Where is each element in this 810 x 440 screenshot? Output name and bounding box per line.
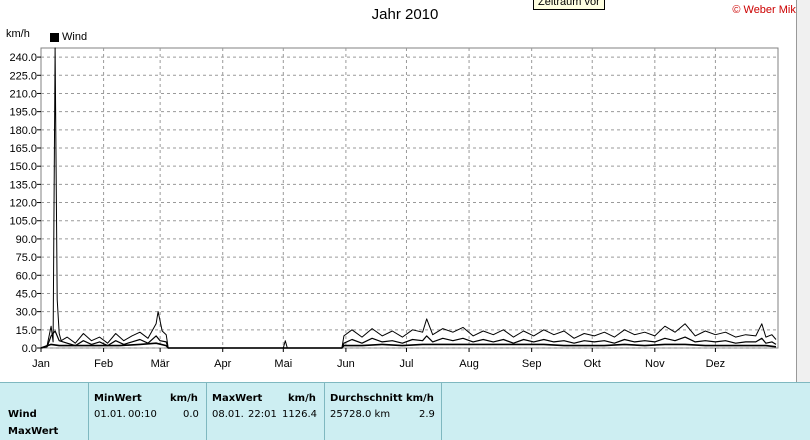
y-tick-label: 90.0	[16, 234, 37, 246]
maxwert-date: 08.01.	[212, 409, 244, 420]
y-tick-label: 60.0	[16, 270, 37, 282]
minwert-header: MinWert	[94, 393, 142, 404]
x-tick-label: Sep	[522, 358, 542, 370]
column-separator	[324, 383, 325, 440]
y-tick-label: 165.0	[9, 143, 37, 155]
x-tick-label: Jun	[337, 358, 355, 370]
y-tick-label: 180.0	[9, 125, 37, 137]
legend-label-wind: Wind	[62, 31, 88, 43]
tooltip-zeitraum-vor: Zeitraum vor	[533, 0, 605, 10]
y-tick-label: 105.0	[9, 216, 37, 228]
y-tick-label: 135.0	[9, 179, 37, 191]
chart-area: 0.0 15.0 30.0 45.0 60.0 75.0 90.0 105.0 120.0 135…	[0, 0, 810, 382]
durchschnitt-distance: 25728.0 km	[330, 409, 391, 420]
minwert-value: 0.0	[183, 409, 199, 420]
maxwert-unit: km/h	[288, 393, 316, 404]
x-tick-label: Jul	[399, 358, 413, 370]
copyright-label: © Weber Mike	[732, 4, 802, 16]
legend[interactable]: Wind	[50, 31, 87, 43]
x-tick-label: Okt	[584, 358, 601, 370]
maxwert-value: 1126.4	[282, 409, 317, 420]
row-label-maxwert: MaxWert	[8, 426, 59, 437]
durchschnitt-header: Durchschnitt km/h	[330, 393, 434, 404]
x-tick-label: Dez	[706, 358, 726, 370]
y-tick-label: 45.0	[16, 288, 37, 300]
y-tick-label: 150.0	[9, 161, 37, 173]
x-tick-label: Feb	[94, 358, 113, 370]
x-tick-label: Mär	[151, 358, 170, 370]
row-label-wind: Wind	[8, 409, 37, 420]
y-tick-label: 75.0	[16, 252, 37, 264]
y-tick-label: 0.0	[22, 343, 37, 355]
y-tick-label: 195.0	[9, 107, 37, 119]
wind-chart: 0.0 15.0 30.0 45.0 60.0 75.0 90.0 105.0 120.0 135…	[9, 47, 779, 370]
x-tick-label: Aug	[459, 358, 479, 370]
maxwert-time: 22:01	[248, 409, 277, 420]
y-tick-label: 30.0	[16, 307, 37, 319]
y-tick-label: 15.0	[16, 325, 37, 337]
minwert-unit: km/h	[170, 393, 198, 404]
x-tick-label: Apr	[214, 358, 231, 370]
durchschnitt-value: 2.9	[419, 409, 435, 420]
column-separator	[206, 383, 207, 440]
y-tick-label: 240.0	[9, 52, 37, 64]
chart-title: Jahr 2010	[371, 6, 439, 23]
x-tick-label: Jan	[32, 358, 50, 370]
window-right-edge	[796, 0, 810, 382]
x-tick-label: Mai	[274, 358, 292, 370]
column-separator	[441, 383, 442, 440]
y-tick-label: 210.0	[9, 88, 37, 100]
minwert-date: 01.01.	[94, 409, 126, 420]
maxwert-header: MaxWert	[212, 393, 263, 404]
x-tick-label: Nov	[645, 358, 665, 370]
y-tick-label: 120.0	[9, 198, 37, 210]
legend-swatch-icon	[50, 32, 59, 42]
summary-table: Wind MaxWert MinWert km/h 01.01. 00:10 0…	[0, 382, 810, 440]
y-tick-label: 225.0	[9, 70, 37, 82]
y-axis-unit: km/h	[6, 28, 30, 40]
minwert-time: 00:10	[128, 409, 157, 420]
column-separator	[88, 383, 89, 440]
